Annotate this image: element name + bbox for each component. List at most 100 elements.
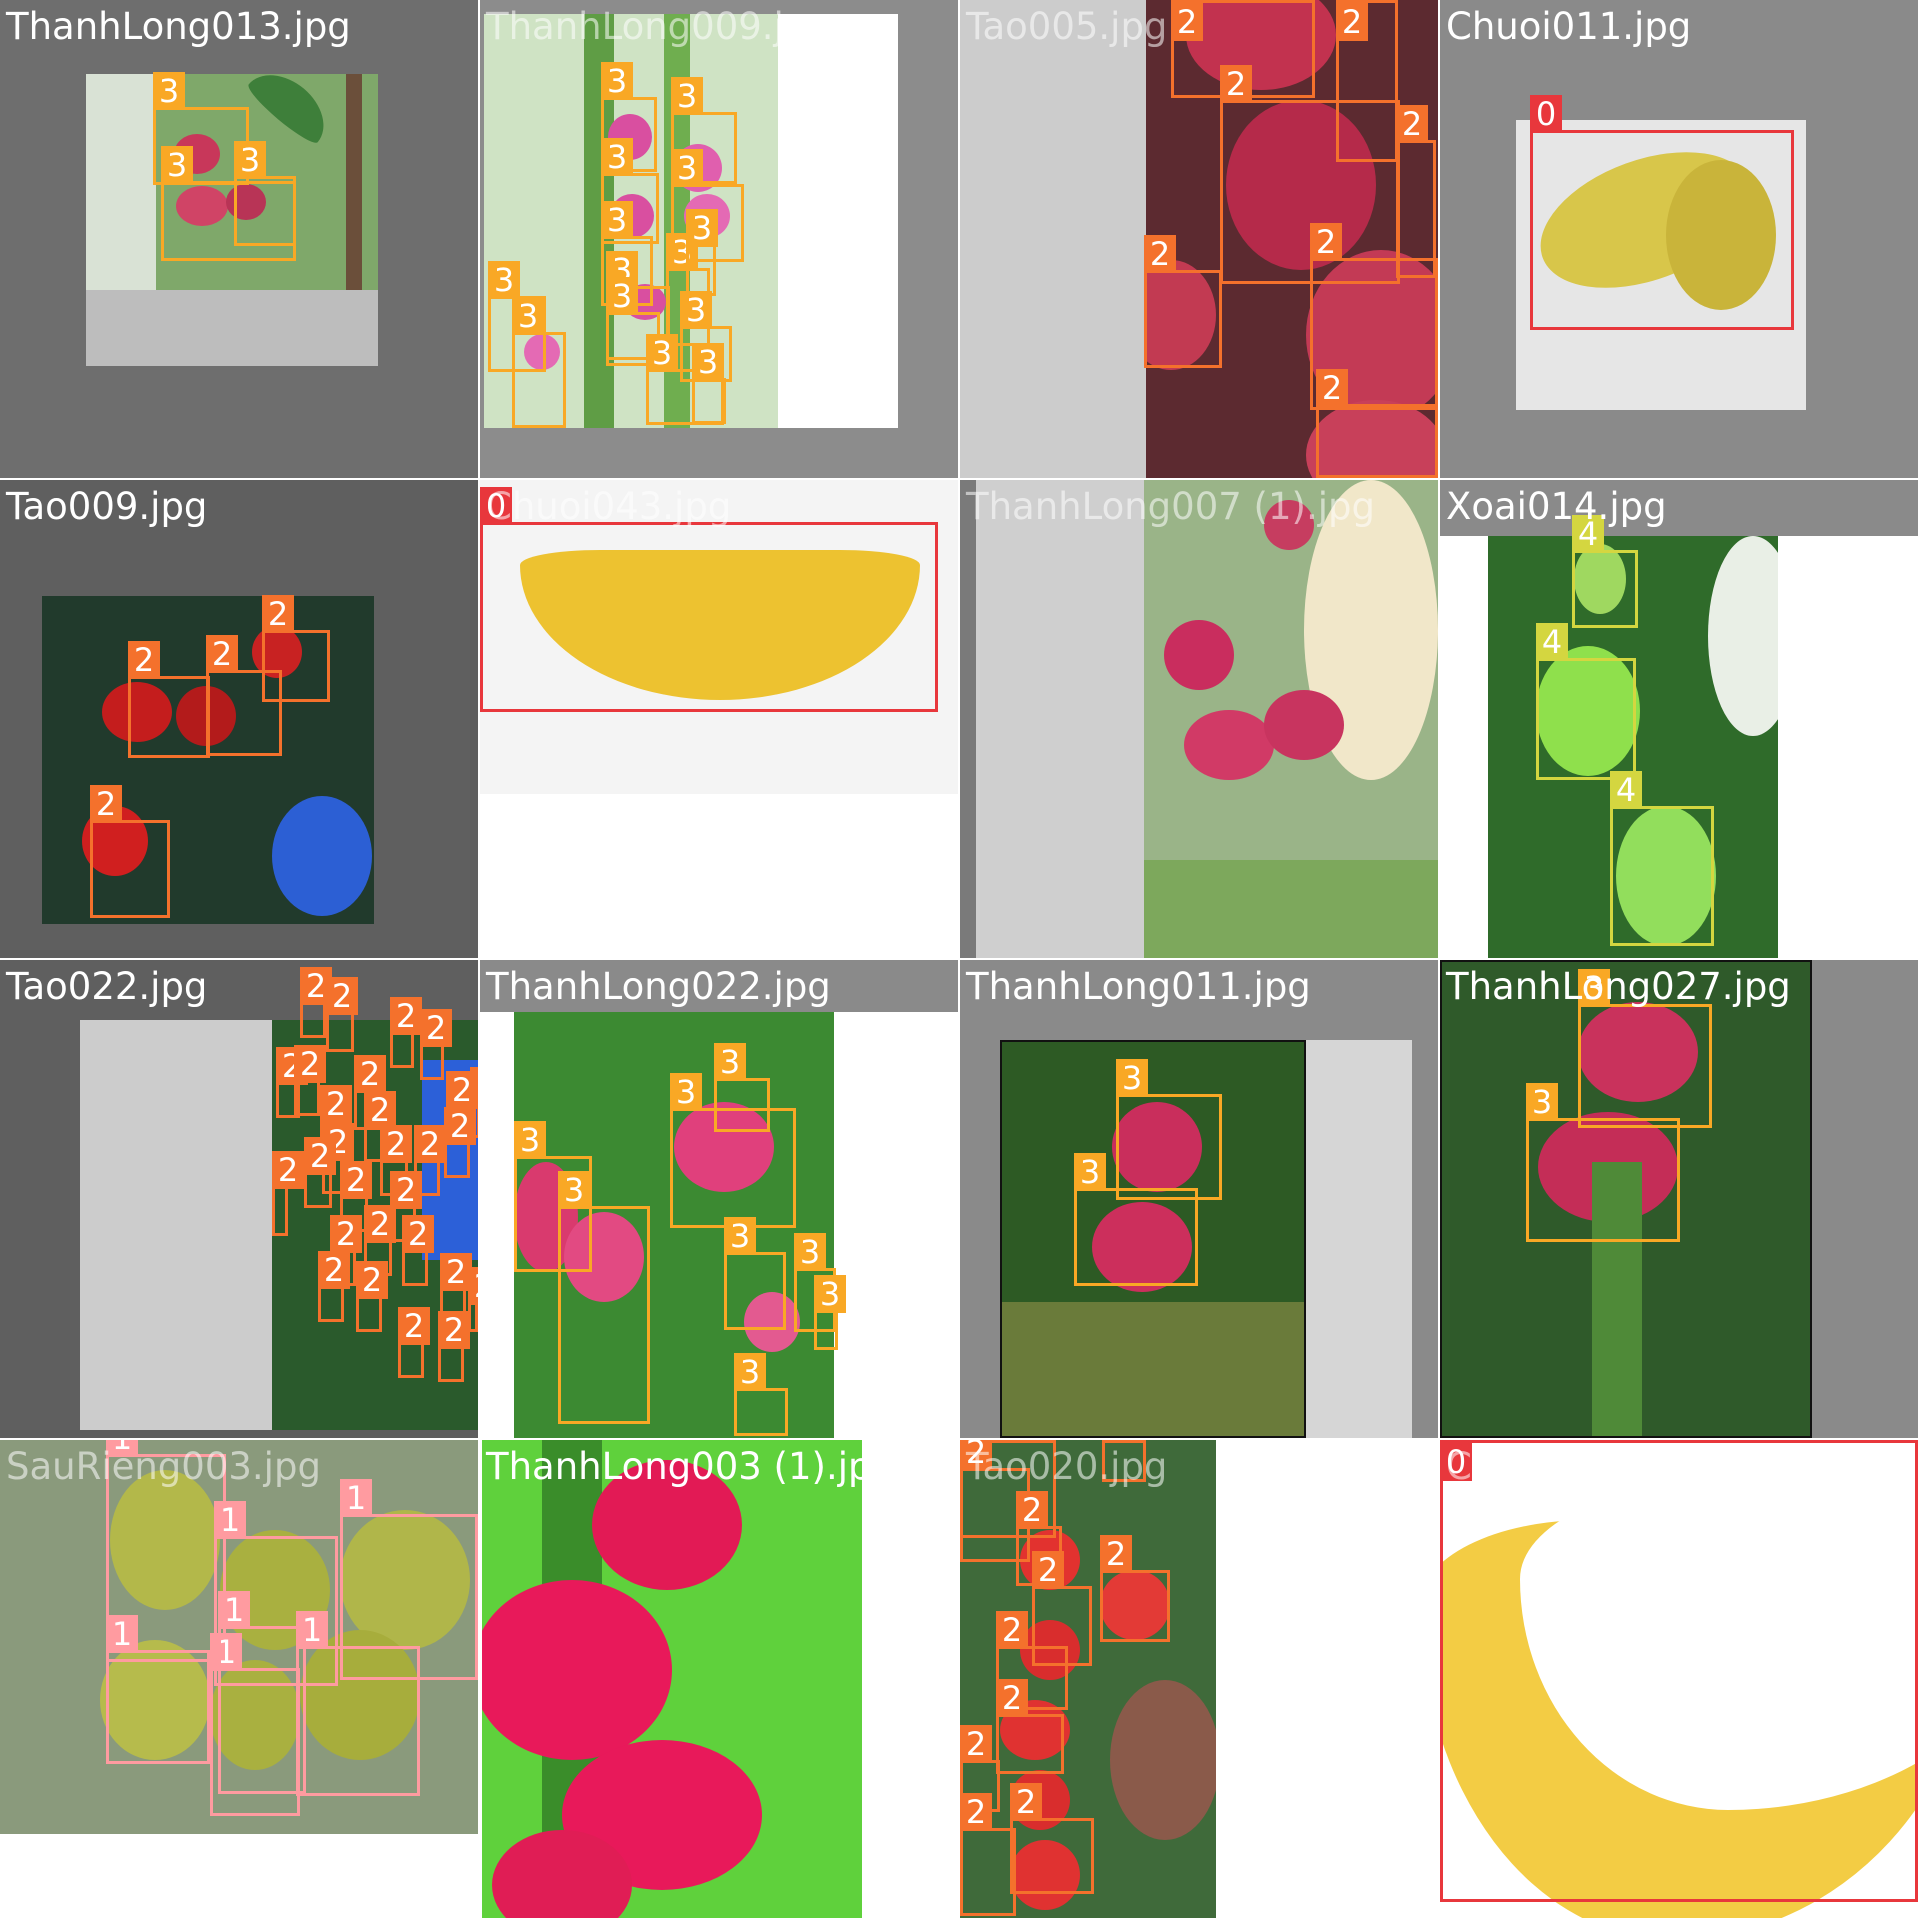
tile-filename: ThanhLong003 (1).jpg xyxy=(486,1445,895,1488)
tile-filename: Chuoi063.jpg xyxy=(1446,1445,1692,1488)
bbox-apple: 2 xyxy=(390,997,422,1068)
image-padding xyxy=(80,1020,272,1430)
class-label: 2 xyxy=(390,997,422,1035)
tile-chuoi011: Chuoi011.jpg 0 xyxy=(1440,0,1918,478)
tile-filename: ThanhLong007 (1).jpg xyxy=(966,485,1375,528)
tile-filename: ThanhLong013.jpg xyxy=(6,5,351,48)
tile-filename: ThanhLong022.jpg xyxy=(486,965,831,1008)
class-label: 3 xyxy=(161,146,193,184)
class-label: 3 xyxy=(601,62,633,100)
class-label: 3 xyxy=(724,1217,756,1255)
class-label: 2 xyxy=(380,1125,412,1163)
image-padding xyxy=(778,14,898,428)
dragon-fruit-photo xyxy=(1144,480,1438,958)
class-label: 2 xyxy=(340,1161,372,1199)
class-label: 2 xyxy=(304,1137,336,1175)
class-label: 3 xyxy=(1116,1059,1148,1097)
class-label: 2 xyxy=(402,1215,434,1253)
bbox-apple: 2 xyxy=(128,641,210,758)
tile-chuoi043: Chuoi043.jpg 0 xyxy=(480,480,958,958)
class-label: 2 xyxy=(364,1091,396,1129)
class-label: 2 xyxy=(1144,235,1176,273)
tile-tao020: Tao020.jpg 2 2 2 2 2 2 2 2 2 2 2 xyxy=(960,1440,1438,1918)
class-label: 0 xyxy=(1530,95,1562,133)
tile-filename: Xoai014.jpg xyxy=(1446,485,1667,528)
bbox-apple: 2 xyxy=(326,977,358,1052)
bbox-dragonfruit: 3 xyxy=(1578,969,1712,1128)
bbox-apple: 2 xyxy=(90,785,170,918)
bbox-dragonfruit: 3 xyxy=(512,297,566,428)
bbox-dragonfruit: 3 xyxy=(686,209,718,296)
bbox-apple: 2 xyxy=(272,1151,304,1236)
class-label: 2 xyxy=(354,1055,386,1093)
image-padding xyxy=(960,0,1146,478)
class-label: 3 xyxy=(558,1171,590,1209)
bbox-apple: 2 xyxy=(318,1251,350,1322)
bbox-durian: 1 xyxy=(106,1615,210,1764)
class-label: 3 xyxy=(1074,1153,1106,1191)
bbox-apple: 2 xyxy=(300,967,332,1038)
class-label: 2 xyxy=(330,1215,362,1253)
class-label: 3 xyxy=(601,138,633,176)
tile-thanhlong013: ThanhLong013.jpg 3 3 3 xyxy=(0,0,478,478)
class-label: 2 xyxy=(1220,65,1252,103)
class-label: 2 xyxy=(1310,223,1342,261)
class-label: 3 xyxy=(686,209,718,247)
bbox-apple: 2 xyxy=(356,1261,388,1332)
class-label: 1 xyxy=(214,1501,246,1539)
class-label: 3 xyxy=(714,1043,746,1081)
class-label: 3 xyxy=(606,277,638,315)
bbox-apple: 2 xyxy=(1010,1783,1094,1894)
bbox-dragonfruit: 3 xyxy=(1526,1083,1680,1242)
tile-thanhlong003: ThanhLong003 (1).jpg xyxy=(480,1440,958,1918)
tile-saurieng003: SauRieng003.jpg 1 1 1 1 1 1 1 xyxy=(0,1440,478,1918)
tile-thanhlong022: ThanhLong022.jpg 3 3 3 3 3 3 3 3 xyxy=(480,960,958,1438)
class-label: 2 xyxy=(90,785,122,823)
image-padding xyxy=(86,290,378,366)
class-label: 3 xyxy=(514,1121,546,1159)
bbox-apple: 2 xyxy=(1100,1535,1170,1642)
tile-tao022: Tao022.jpg 2 2 2 2 2 2 2 2 2 2 2 2 2 2 2… xyxy=(0,960,478,1438)
tile-thanhlong027: ThanhLong027.jpg 3 3 xyxy=(1440,960,1918,1438)
tile-xoai014: Xoai014.jpg 4 4 4 xyxy=(1440,480,1918,958)
bbox-apple: 2 xyxy=(438,1311,470,1382)
class-label: 3 xyxy=(692,343,724,381)
class-label: 3 xyxy=(512,297,544,335)
tile-filename: Tao005.jpg xyxy=(966,5,1168,48)
class-label: 2 xyxy=(320,1085,352,1123)
class-label: 3 xyxy=(646,334,678,372)
tile-tao005: Tao005.jpg 2 2 2 2 2 2 2 xyxy=(960,0,1438,478)
class-label: 2 xyxy=(420,1009,452,1047)
class-label: 2 xyxy=(356,1261,388,1299)
class-label: 3 xyxy=(488,261,520,299)
bbox-apple: 2 xyxy=(420,1009,452,1080)
class-label: 3 xyxy=(601,201,633,239)
class-label: 2 xyxy=(1102,1440,1134,1443)
bbox-banana: 0 xyxy=(1440,1440,1918,1902)
class-label: 1 xyxy=(106,1615,138,1653)
class-label: 3 xyxy=(234,141,266,179)
bbox-apple: 2 xyxy=(294,1045,326,1116)
class-label: 3 xyxy=(794,1233,826,1271)
bbox-durian: 1 xyxy=(218,1591,306,1794)
tile-filename: Chuoi043.jpg xyxy=(486,485,732,528)
class-label: 3 xyxy=(670,1073,702,1111)
class-label: 2 xyxy=(960,1793,992,1831)
bbox-apple: 2 xyxy=(444,1107,476,1178)
class-label: 1 xyxy=(218,1591,250,1629)
bbox-mango: 4 xyxy=(1536,623,1636,780)
class-label: 2 xyxy=(414,1125,446,1163)
bbox-apple: 2 xyxy=(398,1307,430,1378)
bbox-apple: 2 xyxy=(206,635,282,756)
tile-filename: ThanhLong011.jpg xyxy=(966,965,1311,1008)
class-label: 2 xyxy=(468,1267,478,1305)
class-label: 3 xyxy=(671,149,703,187)
bbox-dragonfruit: 3 xyxy=(724,1217,786,1330)
class-label: 2 xyxy=(438,1311,470,1349)
dragon-fruit-photo xyxy=(482,1440,862,1918)
class-label: 3 xyxy=(671,77,703,115)
tile-thanhlong011: ThanhLong011.jpg 3 3 xyxy=(960,960,1438,1438)
image-padding xyxy=(1306,1040,1412,1438)
class-label: 2 xyxy=(326,977,358,1015)
tile-filename: Tao009.jpg xyxy=(6,485,208,528)
